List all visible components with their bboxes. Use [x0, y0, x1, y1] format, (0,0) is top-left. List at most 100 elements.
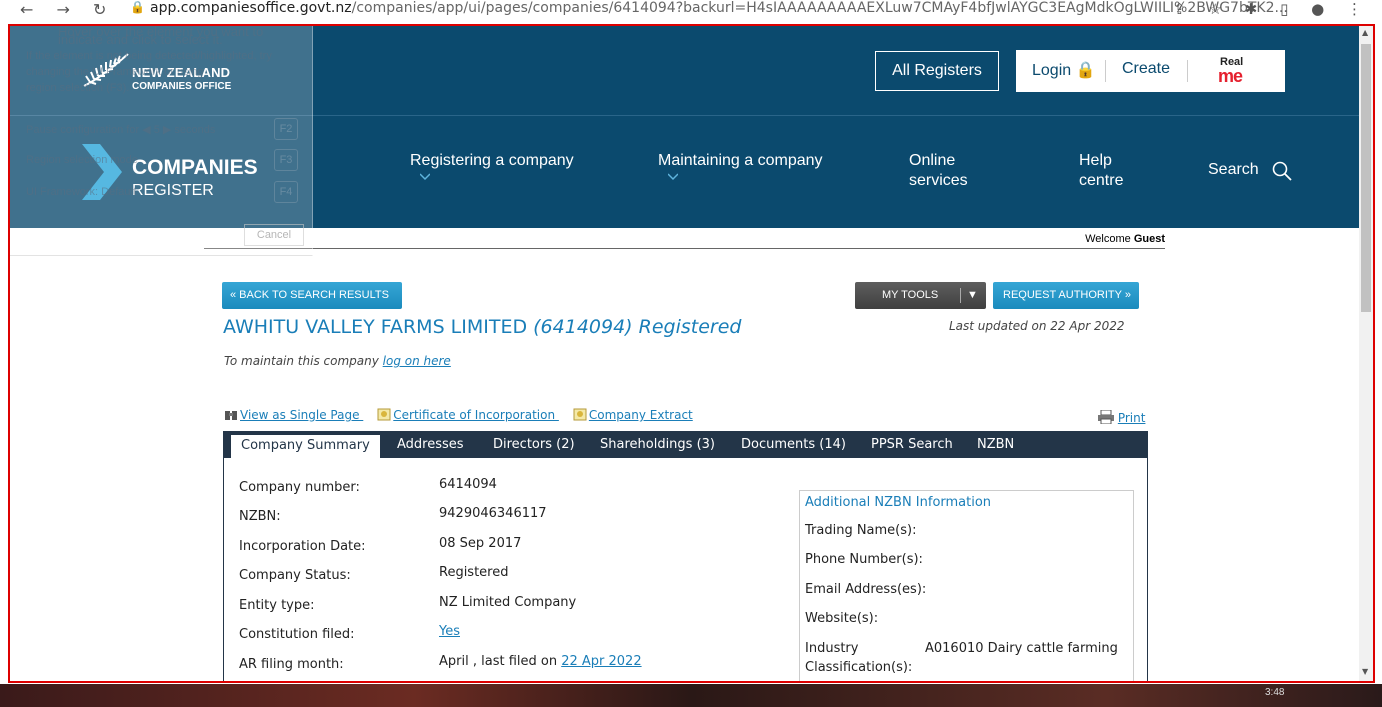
- nav-help-line2: centre: [1079, 172, 1124, 189]
- my-tools-button[interactable]: MY TOOLS ▼: [855, 282, 986, 309]
- certificate-link[interactable]: Certificate of Incorporation: [393, 408, 559, 422]
- scroll-up-icon[interactable]: ▲: [1362, 28, 1368, 37]
- label-entity-type: Entity type:: [239, 598, 315, 613]
- label-company-number: Company number:: [239, 480, 360, 495]
- nav-online-services[interactable]: Online services: [909, 151, 968, 191]
- welcome-user: Guest: [1133, 233, 1165, 245]
- print-label: Print: [1117, 411, 1146, 425]
- company-tabs: Company Summary Addresses Directors (2) …: [223, 431, 1148, 458]
- overlay-p1: If the element is not being detected/hig…: [26, 50, 272, 62]
- value-incorporation-date: 08 Sep 2017: [439, 536, 522, 551]
- constitution-yes-link[interactable]: Yes: [439, 624, 460, 639]
- certificate-icon: [377, 408, 391, 421]
- padlock-icon: 🔒: [1075, 62, 1096, 79]
- ar-last-filed-link[interactable]: 22 Apr 2022: [561, 654, 641, 669]
- nav-search[interactable]: Search: [1208, 161, 1292, 181]
- my-tools-separator: [960, 288, 961, 303]
- chevron-down-icon: [420, 173, 430, 181]
- key-f3[interactable]: F3: [274, 149, 298, 171]
- login-box: Login 🔒 Create Real me: [1016, 50, 1285, 92]
- scroll-down-icon[interactable]: ▼: [1362, 667, 1368, 676]
- label-industry-line2: Classification(s):: [805, 660, 913, 675]
- browser-toolbar: ← → ↻ 🔒 app.companiesoffice.govt.nz/comp…: [0, 0, 1382, 22]
- welcome-label: Welcome: [1085, 233, 1131, 245]
- address-bar[interactable]: app.companiesoffice.govt.nz/companies/ap…: [150, 0, 1288, 16]
- company-extract-link[interactable]: Company Extract: [589, 408, 693, 422]
- back-to-search-button[interactable]: « BACK TO SEARCH RESULTS: [222, 282, 402, 309]
- extensions-icon[interactable]: ✱: [1245, 0, 1258, 18]
- nav-registering-label: Registering a company: [410, 152, 574, 169]
- request-authority-button[interactable]: REQUEST AUTHORITY »: [993, 282, 1139, 309]
- tab-addresses[interactable]: Addresses: [397, 431, 464, 458]
- value-entity-type: NZ Limited Company: [439, 595, 577, 610]
- document-links: View as Single Page Certificate of Incor…: [224, 408, 707, 422]
- maintain-text: To maintain this company: [224, 354, 383, 368]
- share-icon[interactable]: ⇪: [1173, 0, 1186, 18]
- login-separator: [1105, 60, 1106, 82]
- nav-maintaining-label: Maintaining a company: [658, 152, 823, 169]
- tab-shareholdings[interactable]: Shareholdings (3): [600, 431, 715, 458]
- tab-nzbn[interactable]: NZBN: [977, 431, 1014, 458]
- nav-registering[interactable]: Registering a company: [410, 151, 574, 181]
- overlay-region: Region selection mode: [26, 154, 138, 166]
- label-email-addresses: Email Address(es):: [805, 582, 927, 597]
- login-label: Login: [1032, 62, 1072, 79]
- overlay-p3: region selection (F3).: [26, 82, 130, 94]
- element-picker-overlay: Hover over the element you want to indic…: [10, 26, 313, 256]
- all-registers-button[interactable]: All Registers: [875, 51, 999, 91]
- profile-icon[interactable]: ●: [1311, 0, 1324, 18]
- overlay-cancel-button[interactable]: Cancel: [244, 224, 304, 246]
- forward-icon[interactable]: →: [57, 0, 70, 19]
- nav-maintaining[interactable]: Maintaining a company: [658, 151, 823, 181]
- maintain-note: To maintain this company log on here: [224, 354, 451, 368]
- label-nzbn: NZBN:: [239, 509, 281, 524]
- tab-directors[interactable]: Directors (2): [493, 431, 575, 458]
- nav-help-centre[interactable]: Help centre: [1079, 151, 1123, 191]
- ar-month-text: April , last filed on: [439, 654, 562, 669]
- dropdown-arrow-icon[interactable]: ▼: [967, 282, 978, 308]
- star-icon[interactable]: ☆: [1208, 0, 1221, 18]
- label-industry-line1: Industry: [805, 641, 859, 656]
- value-ar-filing-month: April , last filed on 22 Apr 2022: [439, 654, 642, 669]
- browser-nav: ← → ↻: [20, 0, 106, 19]
- nzbn-box-heading: Additional NZBN Information: [805, 495, 992, 510]
- key-f4[interactable]: F4: [274, 181, 298, 203]
- page-scrollbar[interactable]: ▲ ▼: [1359, 26, 1373, 681]
- label-incorporation-date: Incorporation Date:: [239, 539, 366, 554]
- tab-documents[interactable]: Documents (14): [741, 431, 846, 458]
- reload-icon[interactable]: ↻: [93, 0, 106, 19]
- os-taskbar: 3:48: [0, 684, 1382, 707]
- welcome-bar: Welcome Guest: [204, 233, 1165, 249]
- nav-online-line1: Online: [909, 152, 956, 169]
- company-number-status: (6414094) Registered: [533, 316, 742, 338]
- key-f2[interactable]: F2: [274, 118, 298, 140]
- binoculars-icon: [225, 411, 237, 420]
- value-company-status: Registered: [439, 565, 509, 580]
- create-link[interactable]: Create: [1122, 60, 1170, 78]
- sidepanel-icon[interactable]: ▯: [1280, 0, 1288, 18]
- lock-icon[interactable]: 🔒: [130, 0, 145, 14]
- company-summary-panel: Company number: 6414094 NZBN: 9429046346…: [223, 458, 1148, 681]
- log-on-link[interactable]: log on here: [383, 354, 451, 368]
- menu-icon[interactable]: ⋮: [1347, 0, 1362, 18]
- overlay-pause: Pause configuration for ◀ 5 ▶ seconds: [26, 124, 216, 136]
- login-link[interactable]: Login 🔒: [1032, 60, 1096, 80]
- value-constitution-filed: Yes: [439, 624, 460, 639]
- label-company-status: Company Status:: [239, 568, 351, 583]
- overlay-p2: changing the UI Framework or using: [26, 66, 204, 78]
- nav-online-line2: services: [909, 172, 968, 189]
- page-viewport: NEW ZEALAND COMPANIES OFFICE All Registe…: [8, 24, 1375, 683]
- printer-icon: [1098, 409, 1114, 425]
- tab-company-summary[interactable]: Company Summary: [231, 435, 380, 458]
- realme-bottom: me: [1218, 66, 1243, 86]
- taskbar-clock: 3:48: [1265, 687, 1285, 698]
- back-icon[interactable]: ←: [20, 0, 33, 19]
- create-separator: [1187, 60, 1188, 82]
- scrollbar-thumb[interactable]: [1361, 44, 1371, 312]
- last-updated: Last updated on 22 Apr 2022: [949, 319, 1125, 333]
- print-link[interactable]: Print: [1098, 409, 1146, 425]
- view-single-page-link[interactable]: View as Single Page: [240, 408, 363, 422]
- label-websites: Website(s):: [805, 611, 879, 626]
- realme-logo[interactable]: Real me: [1216, 56, 1256, 86]
- tab-ppsr-search[interactable]: PPSR Search: [871, 431, 953, 458]
